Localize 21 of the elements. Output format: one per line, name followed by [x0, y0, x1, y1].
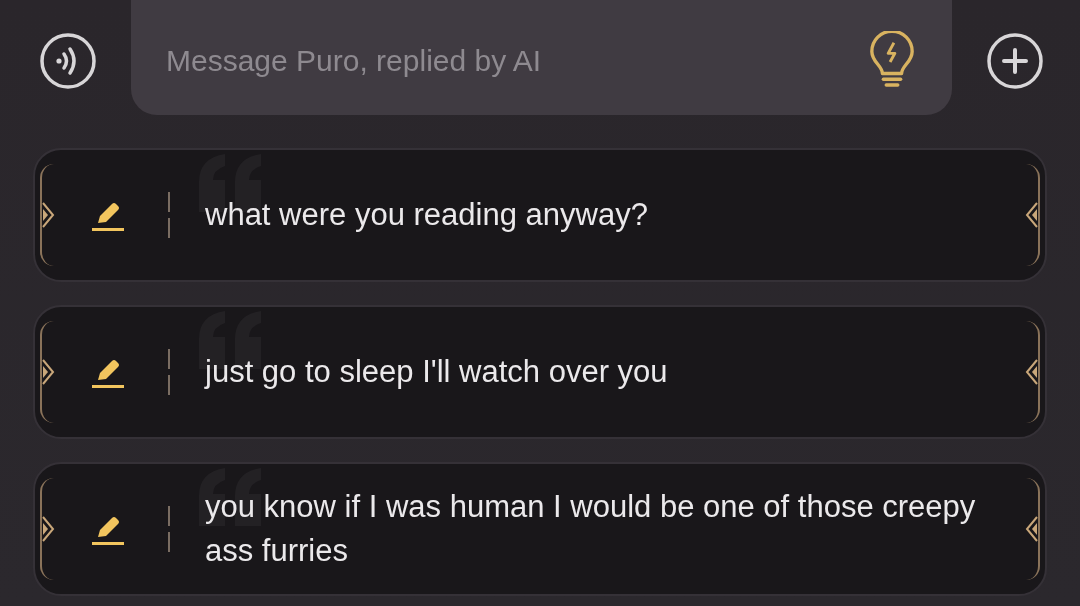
chevron-icon [42, 200, 56, 230]
suggestion-card[interactable]: you know if I was human I would be one of those creepy ass furries [33, 462, 1047, 596]
chevron-icon [1024, 200, 1038, 230]
suggestion-text: you know if I was human I would be one of those creepy ass furries [205, 488, 977, 570]
message-field[interactable]: Message Puro, replied by AI [164, 42, 868, 79]
voice-button[interactable] [40, 32, 96, 89]
voice-icon [40, 32, 96, 89]
suggestion-card[interactable]: what were you reading anyway? [33, 148, 1047, 282]
divider-ornament [167, 349, 171, 395]
add-button[interactable] [987, 32, 1043, 89]
chevron-icon [1024, 514, 1038, 544]
suggestion-text: just go to sleep I'll watch over you [205, 353, 668, 391]
divider-ornament [167, 192, 171, 238]
suggestion-card[interactable]: just go to sleep I'll watch over you [33, 305, 1047, 439]
plus-icon [987, 32, 1043, 89]
divider-ornament [167, 506, 171, 552]
chevron-icon [1024, 357, 1038, 387]
chevron-icon [42, 357, 56, 387]
suggestion-text: what were you reading anyway? [205, 196, 648, 234]
message-box[interactable]: Message Puro, replied by AI [131, 0, 952, 115]
chevron-icon [42, 514, 56, 544]
